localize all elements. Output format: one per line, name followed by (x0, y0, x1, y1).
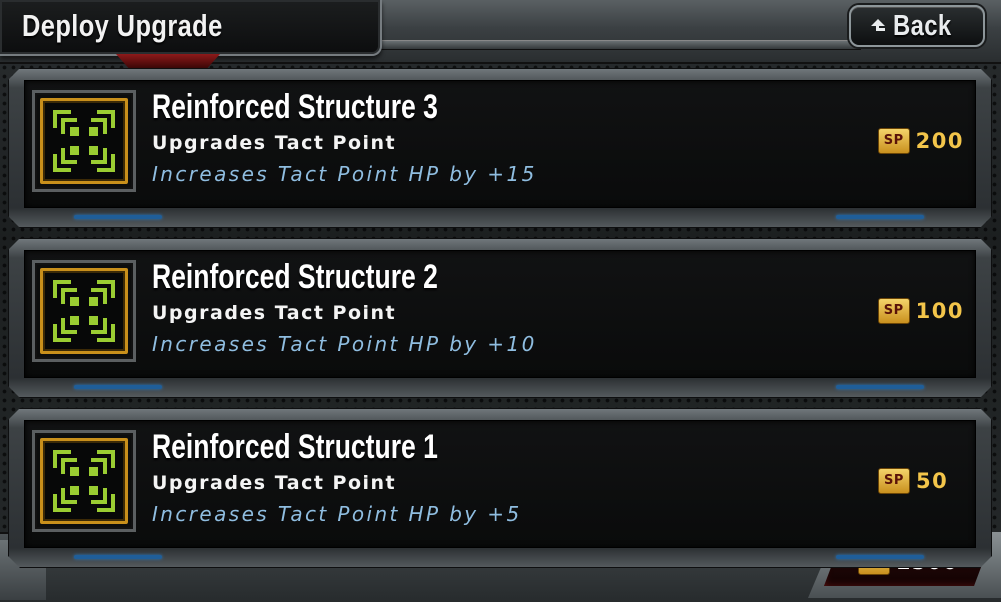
back-button[interactable]: Back (849, 5, 985, 47)
upgrade-icon-border (40, 98, 128, 184)
title-red-tab (116, 54, 220, 68)
card-accent-right (836, 215, 924, 219)
sp-currency-icon: SP (878, 468, 910, 494)
arrow-up-icon (871, 19, 886, 31)
card-accent-left (74, 385, 162, 389)
structure-brackets-icon (53, 450, 115, 512)
upgrade-icon-border (40, 268, 128, 354)
upgrade-card-1[interactable]: Reinforced Structure 3 Upgrades Tact Poi… (8, 68, 992, 228)
upgrade-cost-value: 50 (916, 469, 949, 493)
title-plate: Deploy Upgrade (0, 0, 382, 56)
upgrade-icon-frame (32, 430, 136, 532)
structure-brackets-icon (53, 280, 115, 342)
card-accent-right (836, 385, 924, 389)
page-title: Deploy Upgrade (22, 8, 223, 43)
upgrade-target: Upgrades Tact Point (152, 132, 397, 154)
sp-currency-icon: SP (877, 128, 910, 154)
upgrade-effect: Increases Tact Point HP by +15 (152, 162, 537, 186)
upgrade-icon-frame (32, 90, 136, 192)
upgrade-card-2[interactable]: Reinforced Structure 2 Upgrades Tact Poi… (8, 238, 992, 398)
upgrade-card-3[interactable]: Reinforced Structure 1 Upgrades Tact Poi… (8, 408, 992, 568)
card-accent-left (74, 215, 162, 219)
upgrade-name: Reinforced Structure 1 (152, 428, 438, 466)
structure-brackets-icon (53, 110, 115, 172)
upgrade-cost: SP 50 (878, 468, 964, 494)
upgrade-effect: Increases Tact Point HP by +10 (152, 332, 537, 356)
card-accent-right (836, 555, 924, 559)
card-accent-left (74, 555, 162, 559)
upgrade-name: Reinforced Structure 3 (152, 88, 438, 126)
upgrade-target: Upgrades Tact Point (152, 472, 397, 494)
upgrade-cost-value: 100 (915, 299, 964, 323)
upgrade-icon-border (40, 438, 128, 524)
upgrade-cost-value: 200 (915, 129, 964, 153)
top-rail (380, 40, 861, 50)
upgrade-name: Reinforced Structure 2 (152, 258, 438, 296)
upgrade-cost: SP 200 (877, 128, 964, 154)
upgrade-cost: SP 100 (877, 298, 964, 324)
upgrade-icon-frame (32, 260, 136, 362)
upgrade-target: Upgrades Tact Point (152, 302, 397, 324)
back-button-label: Back (893, 9, 952, 42)
upgrade-effect: Increases Tact Point HP by +5 (152, 502, 522, 526)
sp-currency-icon: SP (877, 298, 910, 324)
